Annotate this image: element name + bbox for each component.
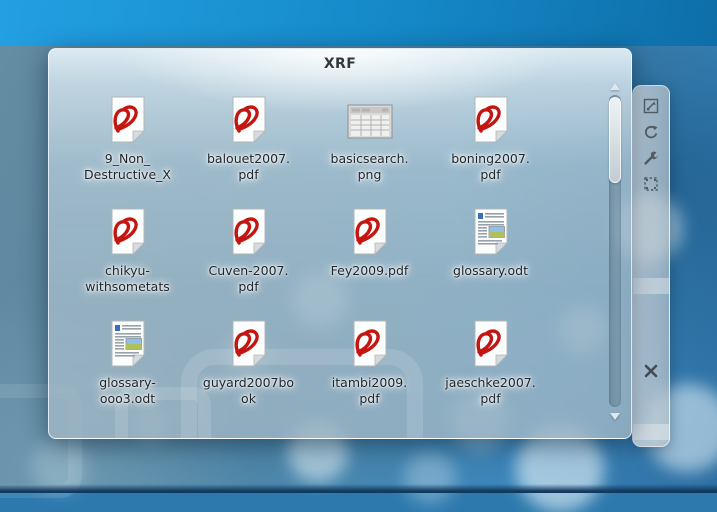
file-label: Cuven-2007.pdf [209,263,289,295]
file-item[interactable]: boning2007.pdf [430,83,551,195]
file-item[interactable]: glossary.odt [430,195,551,307]
file-label-line: glossary.odt [453,263,528,279]
file-label-line: glossary- [99,375,156,391]
file-label: chikyu-withsometats [85,263,170,295]
file-label-line: pdf [451,167,530,183]
folder-view-popup: XRF 9_Non_Destructive_X baloue [48,48,632,439]
refresh-icon [643,124,659,140]
wallpaper-top-band [0,0,717,48]
wallpaper-bottom-edge [0,484,717,493]
file-item[interactable]: Fey2009.pdf [309,195,430,307]
file-label-line: png [331,167,409,183]
resize-button[interactable] [643,98,659,114]
pdf-file-icon [463,317,519,373]
file-label: 9_Non_Destructive_X [84,151,171,183]
odt-file-icon [463,205,519,261]
file-label-line: Cuven-2007. [209,263,289,279]
maximize-button[interactable] [643,176,659,192]
plasmoid-handle [632,85,670,447]
image-file-icon [342,93,398,149]
arrow-down-icon [610,413,620,420]
file-item[interactable]: balouet2007.pdf [188,83,309,195]
file-label: boning2007.pdf [451,151,530,183]
file-label-line: pdf [207,167,290,183]
file-item[interactable]: itambi2009.pdf [309,307,430,419]
wrench-icon [643,150,659,166]
scrollbar-thumb[interactable] [609,97,621,183]
file-label-line: itambi2009. [332,375,407,391]
file-label-line: ooo3.odt [99,391,156,407]
configure-button[interactable] [643,150,659,166]
file-item[interactable]: 9_Non_Destructive_X [67,83,188,195]
file-label: glossary.odt [453,263,528,279]
wallpaper-logo-shape [632,278,670,440]
file-item[interactable]: Cuven-2007.pdf [188,195,309,307]
file-label: itambi2009.pdf [332,375,407,407]
file-label-line: boning2007. [451,151,530,167]
file-label-line: pdf [209,279,289,295]
scroll-down-button[interactable] [610,413,620,421]
file-label-line: pdf [445,391,535,407]
file-label-line: pdf [332,391,407,407]
file-label-line: balouet2007. [207,151,290,167]
pdf-file-icon [342,205,398,261]
file-label: Fey2009.pdf [331,263,409,279]
pdf-file-icon [100,93,156,149]
file-label-line: basicsearch. [331,151,409,167]
file-label: balouet2007.pdf [207,151,290,183]
scroll-up-button[interactable] [610,83,620,91]
file-label-line: ok [203,391,294,407]
file-grid: 9_Non_Destructive_X balouet2007.pdf [67,83,551,419]
pdf-file-icon [463,93,519,149]
pdf-file-icon [221,93,277,149]
file-label: basicsearch.png [331,151,409,183]
file-item[interactable]: jaeschke2007.pdf [430,307,551,419]
close-icon [642,362,660,384]
maximize-icon [643,176,659,192]
pdf-file-icon [342,317,398,373]
close-button[interactable] [633,360,669,386]
file-label: jaeschke2007.pdf [445,375,535,407]
file-item[interactable]: chikyu-withsometats [67,195,188,307]
file-label-line: withsometats [85,279,170,295]
vertical-scrollbar[interactable] [607,81,623,421]
file-label-line: Destructive_X [84,167,171,183]
pdf-file-icon [221,317,277,373]
resize-icon [643,98,659,114]
file-label-line: guyard2007bo [203,375,294,391]
file-label-line: chikyu- [85,263,170,279]
file-item[interactable]: glossary-ooo3.odt [67,307,188,419]
refresh-button[interactable] [643,124,659,140]
file-item[interactable]: basicsearch.png [309,83,430,195]
odt-file-icon [100,317,156,373]
file-label-line: 9_Non_ [84,151,171,167]
bokeh-light [404,452,456,504]
file-label: glossary-ooo3.odt [99,375,156,407]
file-label-line: jaeschke2007. [445,375,535,391]
pdf-file-icon [100,205,156,261]
file-label: guyard2007book [203,375,294,407]
file-item[interactable]: guyard2007book [188,307,309,419]
arrow-up-icon [610,83,620,90]
pdf-file-icon [221,205,277,261]
popup-title: XRF [49,56,631,72]
file-label-line: Fey2009.pdf [331,263,409,279]
